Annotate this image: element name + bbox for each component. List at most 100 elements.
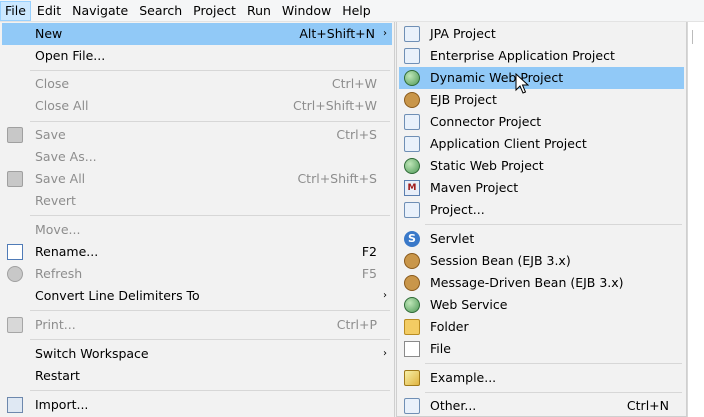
submenu-item-example[interactable]: Example...: [399, 367, 684, 389]
submenu-arrow-icon: ›: [383, 28, 387, 39]
submenu-item-web-service[interactable]: Web Service: [399, 294, 684, 316]
menu-item-label: Example...: [430, 370, 497, 385]
submenu-item-connector-project[interactable]: Connector Project: [399, 111, 684, 133]
submenu-arrow-icon: ›: [383, 348, 387, 359]
menu-separator: [425, 224, 682, 225]
submenu-item-maven-project[interactable]: M Maven Project: [399, 177, 684, 199]
menu-file[interactable]: File: [0, 0, 31, 21]
submenu-item-jpa-project[interactable]: JPA Project: [399, 23, 684, 45]
submenu-item-static-web-project[interactable]: Static Web Project: [399, 155, 684, 177]
import-icon: [7, 397, 23, 413]
menu-item-rename[interactable]: Rename... F2: [2, 241, 392, 263]
menu-separator: [425, 392, 682, 393]
menu-item-label: Other...: [430, 398, 477, 413]
menubar: File Edit Navigate Search Project Run Wi…: [0, 0, 704, 22]
menu-item-open-file[interactable]: Open File...: [2, 45, 392, 67]
menu-item-label: Application Client Project: [430, 136, 587, 151]
menu-separator: [30, 339, 390, 340]
menu-item-label: Session Bean (EJB 3.x): [430, 253, 571, 268]
refresh-icon: [7, 266, 23, 282]
menu-item-save-all[interactable]: Save All Ctrl+Shift+S: [2, 168, 392, 190]
menu-item-label: Project...: [430, 202, 485, 217]
menu-item-label: Maven Project: [430, 180, 519, 195]
menu-item-label: Print...: [35, 317, 76, 332]
web-service-icon: [404, 297, 420, 313]
mouse-cursor-icon: [515, 73, 529, 94]
menu-separator: [30, 310, 390, 311]
menu-item-label: Revert: [35, 193, 76, 208]
menu-item-label: Convert Line Delimiters To: [35, 288, 200, 303]
menu-item-shortcut: F5: [361, 266, 377, 281]
example-icon: [404, 370, 420, 386]
printer-icon: [7, 317, 23, 333]
menu-item-shortcut: Ctrl+S: [336, 127, 377, 142]
maven-icon: M: [404, 180, 420, 196]
menu-item-shortcut: Ctrl+P: [336, 317, 377, 332]
menu-item-move[interactable]: Move...: [2, 219, 392, 241]
menu-item-print[interactable]: Print... Ctrl+P: [2, 314, 392, 336]
submenu-arrow-icon: ›: [383, 290, 387, 301]
submenu-item-file[interactable]: File: [399, 338, 684, 360]
menu-item-shortcut: Ctrl+Shift+W: [293, 98, 377, 113]
menu-search[interactable]: Search: [134, 1, 187, 21]
menu-window[interactable]: Window: [277, 1, 336, 21]
submenu-item-project[interactable]: Project...: [399, 199, 684, 221]
menu-item-switch-workspace[interactable]: Switch Workspace ›: [2, 343, 392, 365]
menu-item-restart[interactable]: Restart: [2, 365, 392, 387]
submenu-item-message-driven-bean[interactable]: Message-Driven Bean (EJB 3.x): [399, 272, 684, 294]
file-menu: New Alt+Shift+N › Open File... Close Ctr…: [0, 22, 395, 417]
menu-run[interactable]: Run: [242, 1, 276, 21]
submenu-item-session-bean[interactable]: Session Bean (EJB 3.x): [399, 250, 684, 272]
menu-item-label: File: [430, 341, 451, 356]
menu-item-label: Rename...: [35, 244, 99, 259]
menu-item-convert-line-delimiters[interactable]: Convert Line Delimiters To ›: [2, 285, 392, 307]
menu-item-shortcut: Ctrl+W: [331, 76, 377, 91]
new-project-icon: [404, 202, 420, 218]
menu-item-save[interactable]: Save Ctrl+S: [2, 124, 392, 146]
menu-separator: [425, 363, 682, 364]
menu-item-refresh[interactable]: Refresh F5: [2, 263, 392, 285]
menu-item-label: EJB Project: [430, 92, 497, 107]
menu-project[interactable]: Project: [188, 1, 241, 21]
submenu-item-other[interactable]: Other... Ctrl+N: [399, 395, 684, 417]
submenu-item-dynamic-web-project[interactable]: Dynamic Web Project: [399, 67, 684, 89]
submenu-item-servlet[interactable]: S Servlet: [399, 228, 684, 250]
submenu-item-ejb-project[interactable]: EJB Project: [399, 89, 684, 111]
menu-item-new[interactable]: New Alt+Shift+N ›: [2, 23, 392, 45]
menu-item-shortcut: Ctrl+N: [626, 398, 669, 413]
save-all-icon: [7, 171, 23, 187]
submenu-item-application-client-project[interactable]: Application Client Project: [399, 133, 684, 155]
menu-item-shortcut: Ctrl+Shift+S: [297, 171, 377, 186]
menu-item-save-as[interactable]: Save As...: [2, 146, 392, 168]
menu-item-label: Close All: [35, 98, 89, 113]
menu-separator: [30, 215, 390, 216]
menu-item-shortcut: Alt+Shift+N: [299, 26, 375, 41]
menu-item-label: Switch Workspace: [35, 346, 149, 361]
other-wizard-icon: [404, 398, 420, 414]
menu-item-revert[interactable]: Revert: [2, 190, 392, 212]
app-client-project-icon: [404, 136, 420, 152]
static-web-icon: [404, 158, 420, 174]
jpa-project-icon: [404, 26, 420, 42]
submenu-item-folder[interactable]: Folder: [399, 316, 684, 338]
menu-item-close[interactable]: Close Ctrl+W: [2, 73, 392, 95]
menu-separator: [30, 390, 390, 391]
menu-item-label: JPA Project: [430, 26, 496, 41]
menu-item-label: Folder: [430, 319, 469, 334]
menu-item-label: Save All: [35, 171, 86, 186]
menu-help[interactable]: Help: [337, 1, 376, 21]
menu-navigate[interactable]: Navigate: [67, 1, 133, 21]
menu-edit[interactable]: Edit: [32, 1, 66, 21]
menu-item-label: Dynamic Web Project: [430, 70, 564, 85]
menu-item-label: Restart: [35, 368, 80, 383]
menu-item-close-all[interactable]: Close All Ctrl+Shift+W: [2, 95, 392, 117]
menu-separator: [30, 70, 390, 71]
connector-project-icon: [404, 114, 420, 130]
menu-item-label: Enterprise Application Project: [430, 48, 615, 63]
save-icon: [7, 127, 23, 143]
menu-item-label: Servlet: [430, 231, 475, 246]
menu-item-import[interactable]: Import...: [2, 394, 392, 416]
servlet-icon: S: [404, 231, 420, 247]
menu-separator: [30, 121, 390, 122]
submenu-item-enterprise-application-project[interactable]: Enterprise Application Project: [399, 45, 684, 67]
